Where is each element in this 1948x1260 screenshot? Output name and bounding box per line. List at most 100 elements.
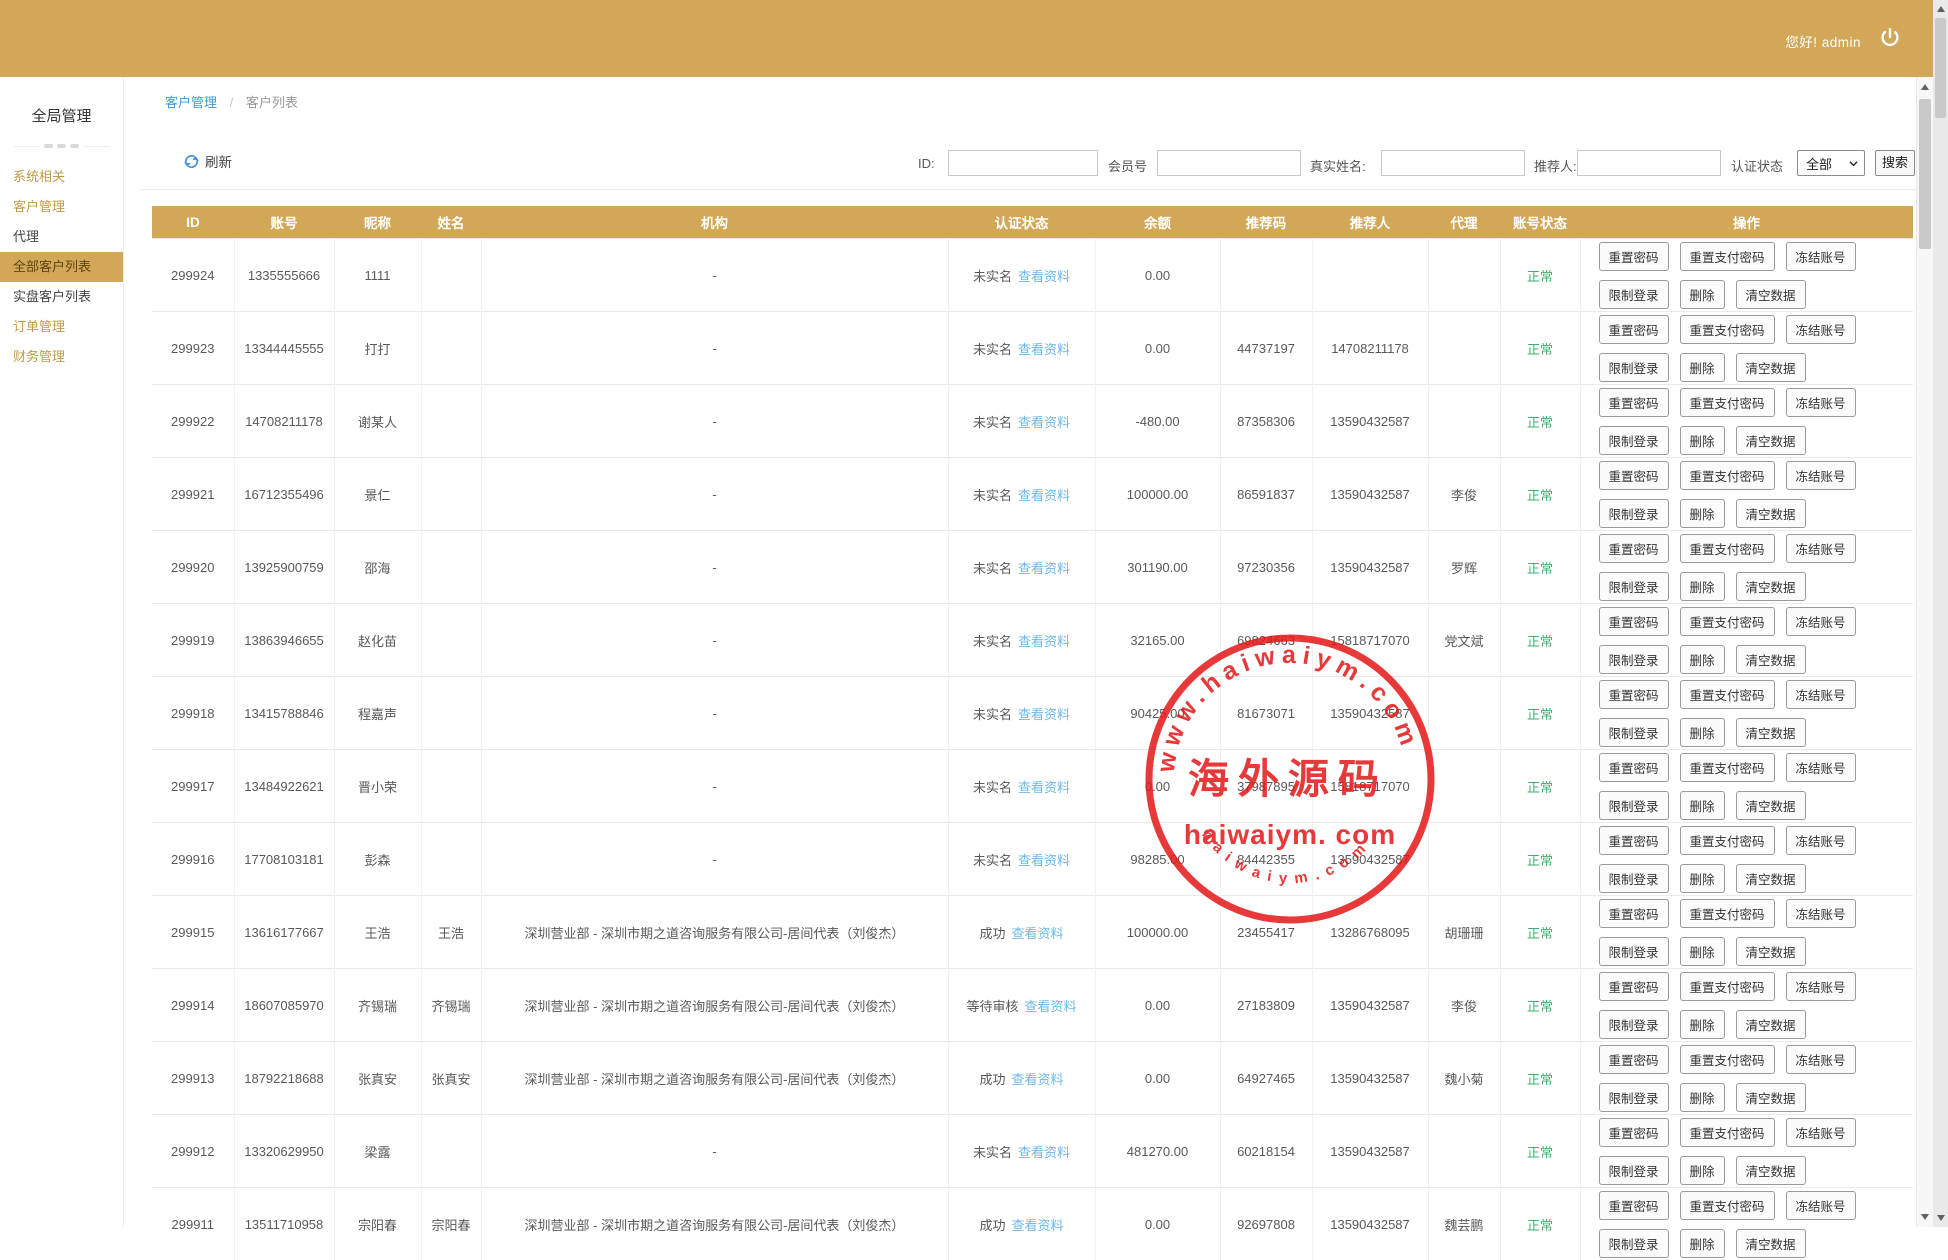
view-profile-link[interactable]: 查看资料	[1018, 780, 1070, 795]
action-button-重置密码[interactable]: 重置密码	[1599, 1045, 1669, 1074]
action-button-限制登录[interactable]: 限制登录	[1599, 353, 1669, 382]
action-button-清空数据[interactable]: 清空数据	[1736, 864, 1806, 893]
action-button-重置支付密码[interactable]: 重置支付密码	[1680, 461, 1775, 490]
action-button-删除[interactable]: 删除	[1680, 1229, 1725, 1258]
sidebar-item-全部客户列表[interactable]: 全部客户列表	[0, 252, 123, 282]
action-button-限制登录[interactable]: 限制登录	[1599, 426, 1669, 455]
action-button-清空数据[interactable]: 清空数据	[1736, 353, 1806, 382]
action-button-冻结账号[interactable]: 冻结账号	[1786, 1191, 1856, 1220]
action-button-重置密码[interactable]: 重置密码	[1599, 899, 1669, 928]
action-button-限制登录[interactable]: 限制登录	[1599, 1010, 1669, 1039]
action-button-重置密码[interactable]: 重置密码	[1599, 242, 1669, 271]
scroll-up-icon[interactable]	[1917, 79, 1933, 95]
action-button-重置支付密码[interactable]: 重置支付密码	[1680, 1045, 1775, 1074]
action-button-冻结账号[interactable]: 冻结账号	[1786, 972, 1856, 1001]
action-button-清空数据[interactable]: 清空数据	[1736, 645, 1806, 674]
breadcrumb-customer-mgmt[interactable]: 客户管理	[165, 95, 217, 110]
view-profile-link[interactable]: 查看资料	[1018, 415, 1070, 430]
view-profile-link[interactable]: 查看资料	[1012, 926, 1064, 941]
refresh-button[interactable]: 刷新	[183, 151, 232, 171]
action-button-清空数据[interactable]: 清空数据	[1736, 791, 1806, 820]
action-button-删除[interactable]: 删除	[1680, 572, 1725, 601]
action-button-删除[interactable]: 删除	[1680, 1083, 1725, 1112]
view-profile-link[interactable]: 查看资料	[1018, 561, 1070, 576]
sidebar-item-系统相关[interactable]: 系统相关	[0, 162, 123, 192]
auth-status-select[interactable]: 全部	[1797, 150, 1865, 176]
page-scrollbar-thumb[interactable]	[1935, 18, 1946, 118]
action-button-限制登录[interactable]: 限制登录	[1599, 1156, 1669, 1185]
action-button-冻结账号[interactable]: 冻结账号	[1786, 315, 1856, 344]
sidebar-item-客户管理[interactable]: 客户管理	[0, 192, 123, 222]
scroll-down-icon[interactable]	[1917, 1209, 1933, 1225]
action-button-重置密码[interactable]: 重置密码	[1599, 607, 1669, 636]
action-button-冻结账号[interactable]: 冻结账号	[1786, 388, 1856, 417]
view-profile-link[interactable]: 查看资料	[1018, 1145, 1070, 1160]
action-button-重置支付密码[interactable]: 重置支付密码	[1680, 680, 1775, 709]
action-button-重置密码[interactable]: 重置密码	[1599, 1118, 1669, 1147]
action-button-冻结账号[interactable]: 冻结账号	[1786, 680, 1856, 709]
action-button-清空数据[interactable]: 清空数据	[1736, 499, 1806, 528]
view-profile-link[interactable]: 查看资料	[1018, 269, 1070, 284]
action-button-删除[interactable]: 删除	[1680, 791, 1725, 820]
action-button-重置支付密码[interactable]: 重置支付密码	[1680, 607, 1775, 636]
action-button-清空数据[interactable]: 清空数据	[1736, 1229, 1806, 1258]
action-button-重置密码[interactable]: 重置密码	[1599, 461, 1669, 490]
action-button-限制登录[interactable]: 限制登录	[1599, 791, 1669, 820]
content-scrollbar[interactable]	[1916, 77, 1933, 1227]
action-button-限制登录[interactable]: 限制登录	[1599, 718, 1669, 747]
action-button-清空数据[interactable]: 清空数据	[1736, 937, 1806, 966]
action-button-删除[interactable]: 删除	[1680, 426, 1725, 455]
content-scrollbar-thumb[interactable]	[1919, 99, 1931, 249]
action-button-删除[interactable]: 删除	[1680, 937, 1725, 966]
action-button-限制登录[interactable]: 限制登录	[1599, 1083, 1669, 1112]
action-button-重置支付密码[interactable]: 重置支付密码	[1680, 899, 1775, 928]
action-button-冻结账号[interactable]: 冻结账号	[1786, 534, 1856, 563]
sidebar-item-实盘客户列表[interactable]: 实盘客户列表	[0, 282, 123, 312]
action-button-删除[interactable]: 删除	[1680, 864, 1725, 893]
referrer-filter-input[interactable]	[1577, 150, 1721, 176]
action-button-删除[interactable]: 删除	[1680, 499, 1725, 528]
action-button-重置支付密码[interactable]: 重置支付密码	[1680, 315, 1775, 344]
action-button-限制登录[interactable]: 限制登录	[1599, 937, 1669, 966]
action-button-删除[interactable]: 删除	[1680, 1156, 1725, 1185]
view-profile-link[interactable]: 查看资料	[1018, 853, 1070, 868]
action-button-限制登录[interactable]: 限制登录	[1599, 499, 1669, 528]
action-button-删除[interactable]: 删除	[1680, 718, 1725, 747]
action-button-清空数据[interactable]: 清空数据	[1736, 280, 1806, 309]
id-filter-input[interactable]	[948, 150, 1098, 176]
action-button-清空数据[interactable]: 清空数据	[1736, 1010, 1806, 1039]
view-profile-link[interactable]: 查看资料	[1012, 1218, 1064, 1233]
action-button-冻结账号[interactable]: 冻结账号	[1786, 1045, 1856, 1074]
action-button-重置支付密码[interactable]: 重置支付密码	[1680, 242, 1775, 271]
view-profile-link[interactable]: 查看资料	[1018, 634, 1070, 649]
search-button[interactable]: 搜索	[1875, 150, 1915, 176]
action-button-限制登录[interactable]: 限制登录	[1599, 645, 1669, 674]
realname-filter-input[interactable]	[1381, 150, 1525, 176]
action-button-重置密码[interactable]: 重置密码	[1599, 534, 1669, 563]
action-button-清空数据[interactable]: 清空数据	[1736, 1156, 1806, 1185]
action-button-重置密码[interactable]: 重置密码	[1599, 315, 1669, 344]
action-button-限制登录[interactable]: 限制登录	[1599, 864, 1669, 893]
action-button-重置密码[interactable]: 重置密码	[1599, 826, 1669, 855]
action-button-冻结账号[interactable]: 冻结账号	[1786, 461, 1856, 490]
action-button-重置支付密码[interactable]: 重置支付密码	[1680, 1191, 1775, 1220]
action-button-限制登录[interactable]: 限制登录	[1599, 572, 1669, 601]
action-button-冻结账号[interactable]: 冻结账号	[1786, 826, 1856, 855]
action-button-清空数据[interactable]: 清空数据	[1736, 718, 1806, 747]
view-profile-link[interactable]: 查看资料	[1018, 707, 1070, 722]
action-button-重置支付密码[interactable]: 重置支付密码	[1680, 1118, 1775, 1147]
action-button-重置支付密码[interactable]: 重置支付密码	[1680, 388, 1775, 417]
view-profile-link[interactable]: 查看资料	[1025, 999, 1077, 1014]
action-button-重置支付密码[interactable]: 重置支付密码	[1680, 972, 1775, 1001]
sidebar-item-财务管理[interactable]: 财务管理	[0, 342, 123, 372]
view-profile-link[interactable]: 查看资料	[1018, 488, 1070, 503]
power-icon[interactable]	[1879, 27, 1901, 49]
action-button-重置密码[interactable]: 重置密码	[1599, 388, 1669, 417]
action-button-重置密码[interactable]: 重置密码	[1599, 972, 1669, 1001]
action-button-冻结账号[interactable]: 冻结账号	[1786, 753, 1856, 782]
view-profile-link[interactable]: 查看资料	[1012, 1072, 1064, 1087]
action-button-重置密码[interactable]: 重置密码	[1599, 1191, 1669, 1220]
action-button-删除[interactable]: 删除	[1680, 280, 1725, 309]
action-button-重置密码[interactable]: 重置密码	[1599, 753, 1669, 782]
action-button-限制登录[interactable]: 限制登录	[1599, 1229, 1669, 1258]
